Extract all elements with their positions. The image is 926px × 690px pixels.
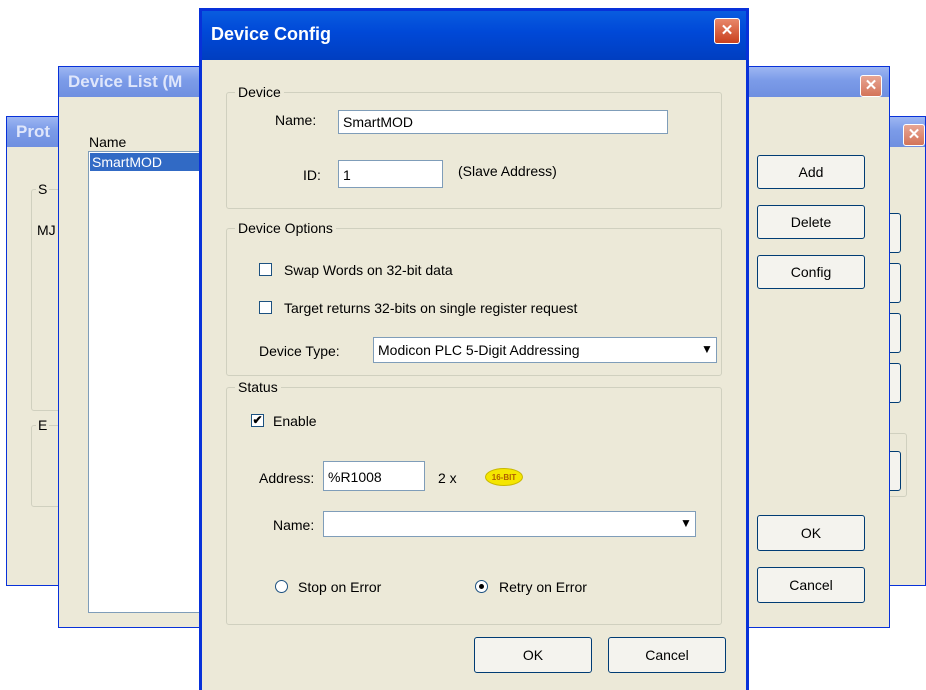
config-button[interactable]: Config xyxy=(757,255,865,289)
status-name-dropdown-arrow[interactable]: ▼ xyxy=(677,513,695,535)
retry-on-error-dot xyxy=(479,584,484,589)
swap-words-checkbox[interactable] xyxy=(259,263,272,276)
protocol-window-title: Prot xyxy=(16,122,50,141)
device-type-label: Device Type: xyxy=(259,343,340,359)
protocol-group-2-legend: E xyxy=(36,416,50,434)
device-type-dropdown-arrow[interactable]: ▼ xyxy=(698,339,716,361)
device-list-cancel-button[interactable]: Cancel xyxy=(757,567,865,603)
protocol-item-label: MJ xyxy=(37,222,56,238)
device-options-legend: Device Options xyxy=(235,219,336,237)
add-button[interactable]: Add xyxy=(757,155,865,189)
device-list-title: Device List (M xyxy=(68,72,183,91)
device-config-ok-button[interactable]: OK xyxy=(474,637,592,673)
device-name-input[interactable]: SmartMOD xyxy=(338,110,668,134)
address-multiplier: 2 x xyxy=(438,470,457,486)
retry-on-error-radio[interactable] xyxy=(475,580,488,593)
target-32bit-label: Target returns 32-bits on single registe… xyxy=(284,300,578,316)
status-name-label: Name: xyxy=(273,517,315,533)
device-list-name-header: Name xyxy=(89,134,127,150)
device-list-close-button[interactable]: ✕ xyxy=(860,75,882,97)
status-group: Status ✔ Enable Address: %R1008 2 x 16-B… xyxy=(226,378,722,625)
device-id-label: ID: xyxy=(303,167,321,183)
retry-on-error-label: Retry on Error xyxy=(499,579,587,595)
delete-button[interactable]: Delete xyxy=(757,205,865,239)
16-bit-badge: 16-BIT xyxy=(485,468,523,486)
protocol-close-button[interactable]: ✕ xyxy=(903,124,925,146)
stop-on-error-label: Stop on Error xyxy=(298,579,382,595)
device-name-label: Name: xyxy=(275,112,317,128)
device-id-input[interactable]: 1 xyxy=(338,160,443,188)
enable-checkbox[interactable]: ✔ xyxy=(251,414,264,427)
device-config-title: Device Config xyxy=(211,24,332,44)
status-legend: Status xyxy=(235,378,281,396)
target-32bit-checkbox[interactable] xyxy=(259,301,272,314)
device-config-cancel-button[interactable]: Cancel xyxy=(608,637,726,673)
device-config-titlebar[interactable]: Device Config xyxy=(202,11,746,60)
device-config-close-button[interactable]: ✕ xyxy=(714,18,740,44)
protocol-group-1-legend: S xyxy=(36,180,50,198)
device-type-select[interactable]: Modicon PLC 5-Digit Addressing xyxy=(373,337,717,363)
enable-label: Enable xyxy=(273,413,317,429)
device-list-ok-button[interactable]: OK xyxy=(757,515,865,551)
stop-on-error-radio[interactable] xyxy=(275,580,288,593)
device-group-legend: Device xyxy=(235,83,284,101)
device-options-group: Device Options Swap Words on 32-bit data… xyxy=(226,219,722,376)
device-group: Device Name: SmartMOD ID: 1 (Slave Addre… xyxy=(226,83,722,209)
status-name-select[interactable] xyxy=(323,511,696,537)
address-input[interactable]: %R1008 xyxy=(323,461,425,491)
swap-words-label: Swap Words on 32-bit data xyxy=(284,262,453,278)
address-label: Address: xyxy=(259,470,315,486)
device-id-hint: (Slave Address) xyxy=(458,163,557,179)
device-config-dialog: Device Config ✕ Device Name: SmartMOD ID… xyxy=(199,8,749,690)
